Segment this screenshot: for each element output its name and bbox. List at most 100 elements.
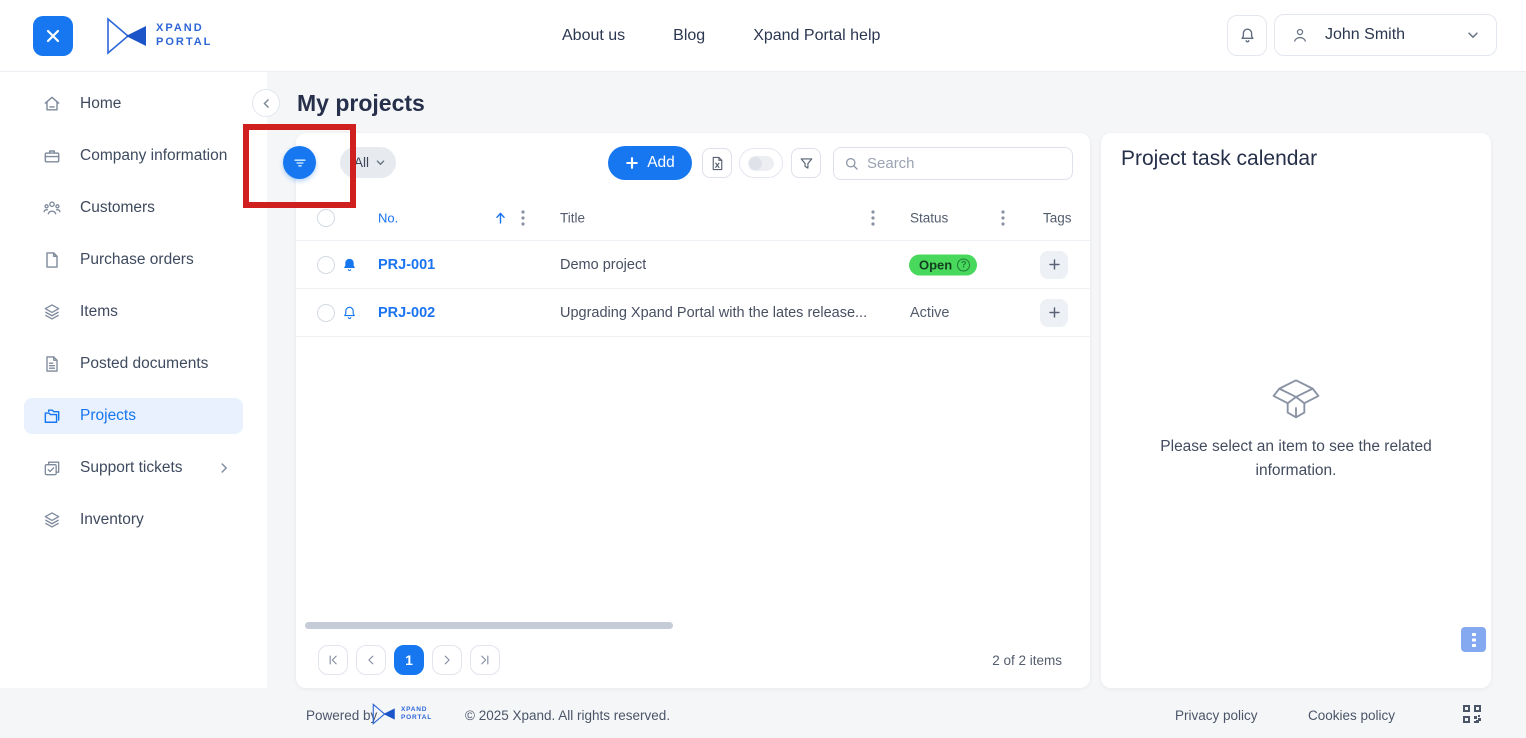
next-page-button[interactable] (432, 645, 462, 675)
column-menu-icon[interactable] (996, 209, 1010, 227)
privacy-policy-link[interactable]: Privacy policy (1175, 708, 1258, 723)
sidebar-item-label: Support tickets (80, 459, 183, 477)
status-label: Open (919, 257, 952, 272)
project-title-cell: Upgrading Xpand Portal with the lates re… (560, 305, 867, 321)
sidebar-item-inventory[interactable]: Inventory (24, 502, 243, 538)
layers-icon (42, 302, 62, 322)
folder-icon (42, 406, 62, 426)
nav-about-us[interactable]: About us (562, 27, 625, 45)
project-title-cell: Demo project (560, 257, 646, 273)
select-all-checkbox[interactable] (317, 209, 335, 227)
sidebar-item-label: Posted documents (80, 355, 208, 373)
toggle-track (748, 156, 774, 171)
previous-page-button[interactable] (356, 645, 386, 675)
customers-icon (42, 198, 62, 218)
panel-options-button[interactable] (1461, 627, 1486, 652)
brand-logo[interactable]: XPAND PORTAL (104, 15, 212, 57)
filter-button[interactable] (791, 148, 821, 178)
add-tag-button[interactable] (1040, 299, 1068, 327)
close-icon (45, 28, 61, 44)
table-header-row: No. Title Status Tags (296, 196, 1090, 241)
project-number-link[interactable]: PRJ-001 (378, 257, 435, 273)
sidebar-item-label: Purchase orders (80, 251, 194, 269)
export-excel-button[interactable] (702, 148, 732, 178)
first-page-button[interactable] (318, 645, 348, 675)
table-row[interactable]: PRJ-002 Upgrading Xpand Portal with the … (296, 289, 1090, 337)
column-menu-icon[interactable] (866, 209, 880, 227)
close-menu-button[interactable] (33, 16, 73, 56)
quick-filter-dropdown[interactable]: All (340, 147, 396, 178)
bell-icon (1238, 26, 1257, 45)
footer: Powered by XPAND PORTAL © 2025 Xpand. Al… (0, 688, 1526, 738)
sidebar-item-items[interactable]: Items (24, 294, 243, 330)
sidebar-item-posted-documents[interactable]: Posted documents (24, 346, 243, 382)
sidebar-item-customers[interactable]: Customers (24, 190, 243, 226)
sidebar-item-company-information[interactable]: Company information (24, 138, 243, 174)
add-button-label: Add (647, 154, 675, 172)
column-menu-icon[interactable] (516, 209, 530, 227)
back-button[interactable] (252, 89, 280, 117)
empty-state-text: Please select an item to see the related… (1129, 435, 1463, 483)
footer-brand-logo: XPAND PORTAL (371, 702, 432, 726)
chevron-left-icon (364, 653, 378, 667)
first-page-icon (326, 653, 340, 667)
applied-filter-button[interactable] (283, 146, 316, 179)
xpand-portal-app: XPAND PORTAL About us Blog Xpand Portal … (0, 0, 1526, 738)
page-1-button[interactable]: 1 (394, 645, 424, 675)
excel-file-icon (709, 155, 726, 172)
nav-portal-help[interactable]: Xpand Portal help (753, 27, 880, 45)
sort-ascending-icon[interactable] (492, 210, 509, 227)
cookies-policy-link[interactable]: Cookies policy (1308, 708, 1395, 723)
help-circle-icon[interactable]: ? (957, 258, 970, 271)
user-menu[interactable]: John Smith (1274, 14, 1497, 56)
sidebar-item-projects[interactable]: Projects (24, 398, 243, 434)
table-row[interactable]: PRJ-001 Demo project Open ? (296, 241, 1090, 289)
briefcase-icon (42, 146, 62, 166)
sidebar-item-label: Inventory (80, 511, 144, 529)
pagination: 1 (318, 645, 500, 675)
notifications-button[interactable] (1227, 15, 1267, 56)
home-icon (42, 94, 62, 114)
project-task-calendar-card: Project task calendar Please select an i… (1101, 133, 1491, 688)
funnel-icon (798, 155, 815, 172)
items-count: 2 of 2 items (992, 653, 1062, 668)
qr-code-icon[interactable] (1461, 703, 1483, 725)
inventory-icon (42, 510, 62, 530)
bell-outline-icon (341, 304, 358, 321)
add-tag-button[interactable] (1040, 251, 1068, 279)
project-number-link[interactable]: PRJ-002 (378, 305, 435, 321)
footer-brand-text: XPAND PORTAL (401, 706, 432, 723)
column-header-status[interactable]: Status (910, 211, 948, 226)
search-box (833, 147, 1073, 180)
top-header: XPAND PORTAL About us Blog Xpand Portal … (0, 0, 1526, 72)
sidebar-item-label: Items (80, 303, 118, 321)
last-page-button[interactable] (470, 645, 500, 675)
column-header-no[interactable]: No. (378, 211, 398, 226)
sidebar: Home Company information Customers Purch… (0, 72, 267, 688)
projects-list-card: All Add No. Title Status (296, 133, 1090, 688)
horizontal-scrollbar[interactable] (305, 622, 673, 629)
column-header-tags[interactable]: Tags (1043, 211, 1072, 226)
chevron-left-icon (260, 97, 273, 110)
posted-document-icon (42, 354, 62, 374)
row-checkbox[interactable] (317, 304, 335, 322)
toggle-knob (749, 157, 762, 170)
chevron-right-icon (440, 653, 454, 667)
column-header-title[interactable]: Title (560, 211, 585, 226)
filter-lines-icon (292, 155, 308, 171)
add-button[interactable]: Add (608, 146, 692, 180)
plus-icon (1048, 258, 1061, 271)
sidebar-item-purchase-orders[interactable]: Purchase orders (24, 242, 243, 278)
brand-text: XPAND PORTAL (156, 22, 212, 50)
sidebar-item-label: Home (80, 95, 121, 113)
search-input[interactable] (867, 155, 1062, 172)
nav-blog[interactable]: Blog (673, 27, 705, 45)
kebab-menu-icon (1471, 632, 1477, 648)
panel-title: Project task calendar (1121, 147, 1317, 171)
support-ticket-icon (42, 458, 62, 478)
row-checkbox[interactable] (317, 256, 335, 274)
plus-icon (1048, 306, 1061, 319)
view-toggle[interactable] (739, 148, 783, 178)
sidebar-item-support-tickets[interactable]: Support tickets (24, 450, 243, 486)
sidebar-item-home[interactable]: Home (24, 86, 243, 122)
